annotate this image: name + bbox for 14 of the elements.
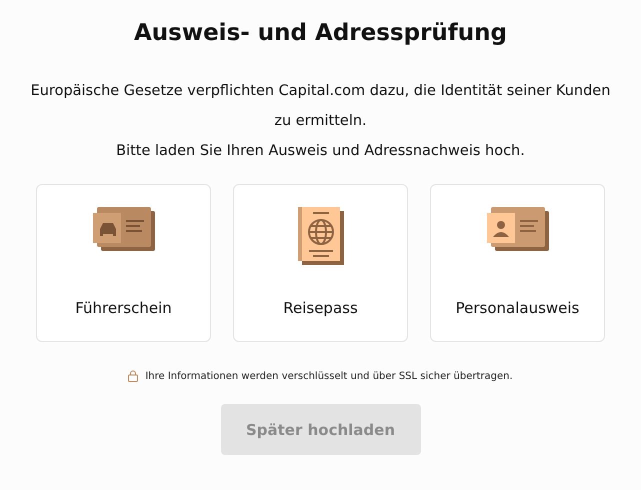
document-card[interactable]: Personalausweis — [430, 184, 605, 342]
lock-icon — [128, 370, 138, 382]
document-card[interactable]: Führerschein — [36, 184, 211, 342]
security-note: Ihre Informationen werden verschlüsselt und über SSL sicher übertragen. — [145, 370, 513, 382]
id-card-icon — [486, 207, 548, 251]
document-card[interactable]: Reisepass — [233, 184, 408, 342]
driver-license-icon — [92, 207, 154, 251]
document-label: Führerschein — [75, 299, 172, 317]
intro-text: Bitte laden Sie Ihren Ausweis und Adressnachweis hoch. — [116, 142, 525, 161]
document-label: Personalausweis — [456, 299, 580, 317]
page-title: Ausweis- und Adressprüfung — [134, 19, 508, 48]
intro-text: Europäische Gesetze verpflichten Capital.com dazu, die Identität seiner Kunden zu ermitteln. — [30, 82, 612, 131]
document-label: Reisepass — [283, 299, 358, 317]
passport-icon — [298, 207, 344, 265]
